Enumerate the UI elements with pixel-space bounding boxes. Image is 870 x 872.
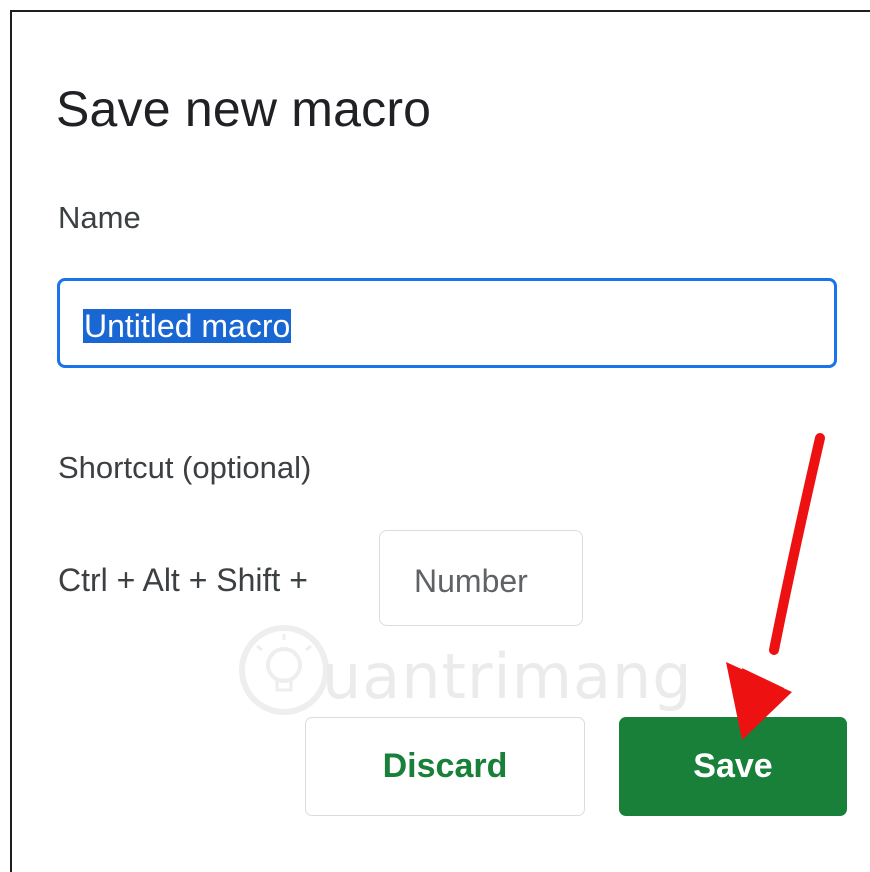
shortcut-combo-text: Ctrl + Alt + Shift + bbox=[58, 562, 308, 598]
discard-button[interactable]: Discard bbox=[305, 717, 585, 816]
name-label: Name bbox=[58, 200, 141, 235]
macro-name-input[interactable]: Untitled macro bbox=[57, 278, 837, 368]
macro-name-value: Untitled macro bbox=[83, 308, 292, 344]
lightbulb-icon bbox=[239, 625, 329, 715]
save-button[interactable]: Save bbox=[619, 717, 847, 816]
red-arrow-icon bbox=[726, 433, 825, 740]
shortcut-label: Shortcut (optional) bbox=[58, 450, 312, 485]
save-macro-dialog: Save new macro Name Untitled macro Short… bbox=[12, 12, 870, 852]
dialog-frame: Save new macro Name Untitled macro Short… bbox=[10, 10, 870, 872]
watermark: uantrimang bbox=[234, 620, 714, 730]
number-placeholder: Number bbox=[414, 563, 528, 599]
shortcut-number-input[interactable]: Number bbox=[379, 530, 583, 626]
watermark-text: uantrimang bbox=[322, 640, 693, 713]
dialog-title: Save new macro bbox=[56, 81, 432, 137]
